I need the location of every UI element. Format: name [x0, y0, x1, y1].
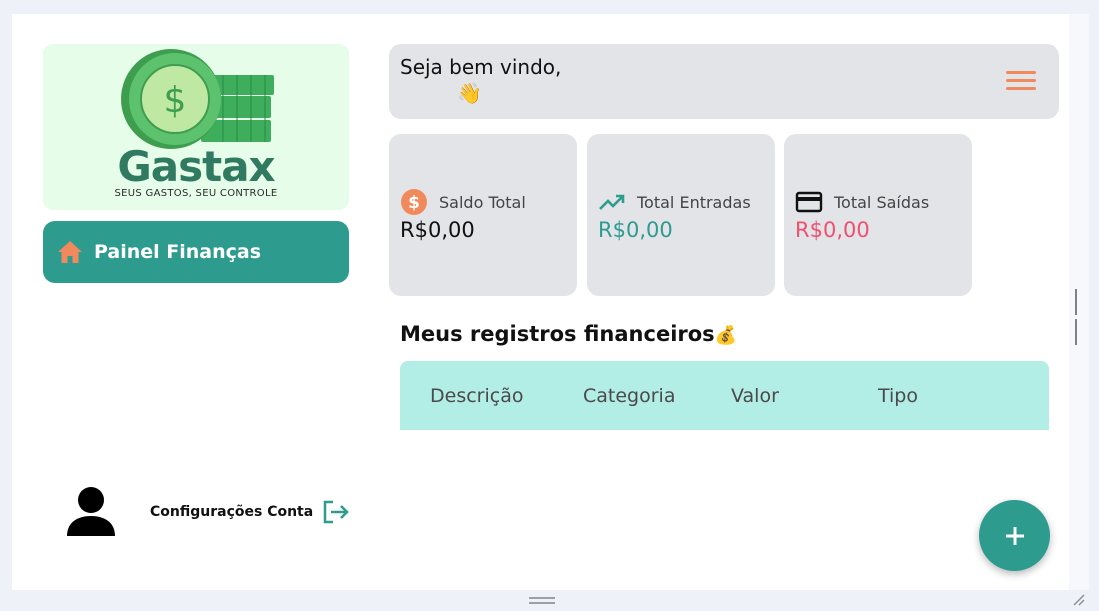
account-section: Configurações Conta — [60, 484, 360, 540]
greeting-label: Seja bem vindo, — [400, 55, 562, 79]
account-settings-link[interactable]: Configurações Conta — [150, 504, 313, 520]
horizontal-resize-grip[interactable] — [529, 597, 555, 604]
records-title: Meus registros financeiros💰 — [400, 322, 737, 346]
home-icon — [58, 241, 82, 263]
records-title-text: Meus registros financeiros — [400, 322, 715, 346]
trending-up-icon — [599, 194, 625, 210]
card-label: Total Saídas — [834, 192, 930, 212]
column-header-tipo: Tipo — [878, 385, 918, 407]
card-label: Saldo Total — [439, 192, 526, 212]
wave-emoji: 👋 — [457, 81, 482, 105]
logout-icon[interactable] — [322, 499, 350, 525]
logo-tagline: SEUS GASTOS, SEU CONTROLE — [114, 188, 278, 199]
hamburger-menu-icon[interactable] — [1006, 71, 1036, 93]
credit-card-icon — [795, 191, 823, 213]
column-header-valor: Valor — [731, 385, 779, 407]
logo-title: Gastax — [117, 142, 275, 191]
svg-text:$: $ — [408, 193, 420, 213]
card-total-entradas: Total Entradas R$0,00 — [587, 134, 775, 296]
nav-item-painel-financas[interactable]: Painel Finanças — [43, 221, 349, 283]
add-record-button[interactable] — [979, 500, 1050, 571]
logo: $ Gastax SEUS GASTOS, SEU CONTROLE — [43, 44, 349, 210]
records-table-header: Descrição Categoria Valor Tipo — [400, 361, 1049, 430]
column-header-categoria: Categoria — [583, 385, 676, 407]
greeting-text: Seja bem vindo, — [400, 55, 561, 79]
dollar-coin-icon: $ — [401, 189, 427, 215]
card-label: Total Entradas — [637, 192, 751, 212]
card-saldo-total: $ Saldo Total R$0,00 — [389, 134, 577, 296]
card-total-saidas: Total Saídas R$0,00 — [784, 134, 972, 296]
resize-corner-icon[interactable] — [1071, 592, 1085, 606]
plus-icon — [1005, 526, 1024, 545]
vertical-resize-grip[interactable] — [1075, 289, 1082, 345]
welcome-header: Seja bem vindo, 👋 — [389, 44, 1059, 119]
column-header-descricao: Descrição — [430, 385, 524, 407]
user-icon[interactable] — [60, 486, 122, 538]
card-value: R$0,00 — [795, 218, 870, 242]
card-value: R$0,00 — [598, 218, 673, 242]
coin-symbol: $ — [164, 80, 187, 121]
money-bag-emoji: 💰 — [714, 325, 738, 346]
card-value: R$0,00 — [400, 218, 475, 242]
nav-item-label: Painel Finanças — [94, 241, 262, 263]
